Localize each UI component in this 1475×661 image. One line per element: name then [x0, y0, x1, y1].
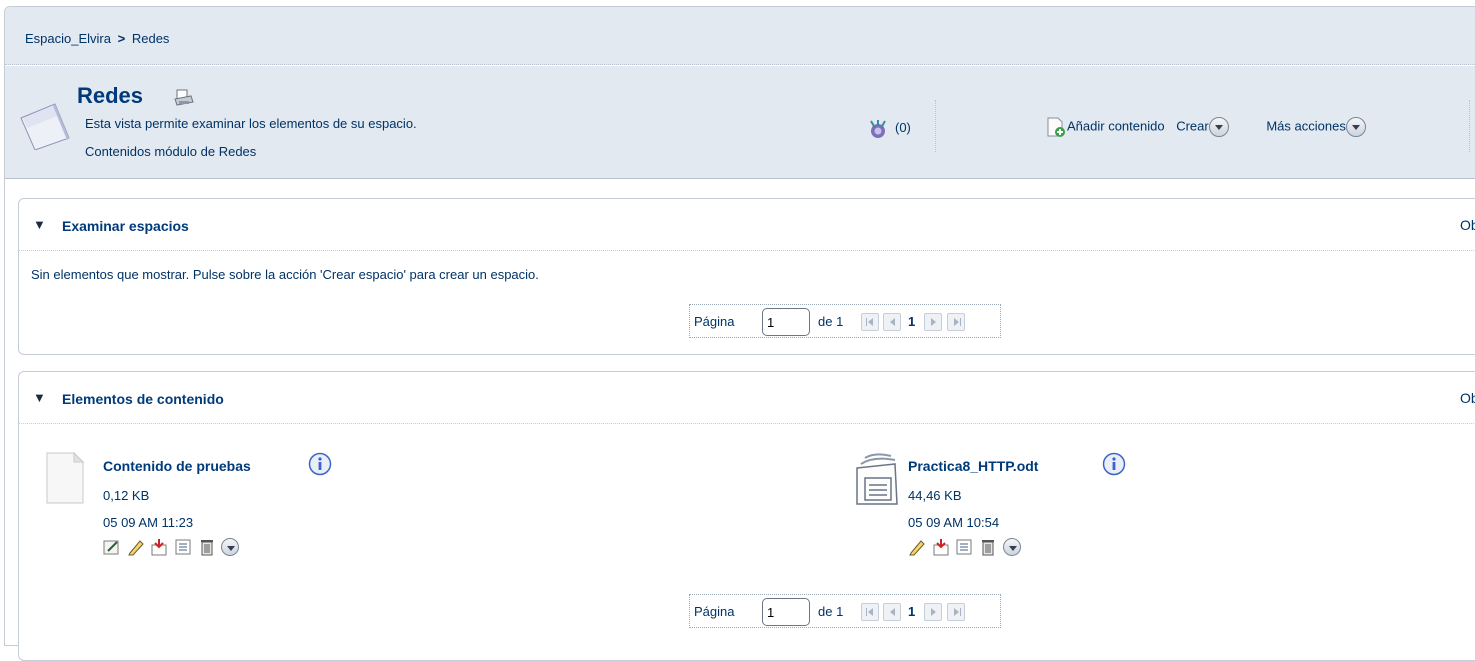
header-actions: Añadir contenido Crear Más acciones — [1045, 116, 1366, 138]
item-name-link[interactable]: Practica8_HTTP.odt — [908, 458, 1038, 474]
spaces-panel-options[interactable]: Ob — [1460, 217, 1475, 233]
users-icon — [870, 120, 886, 138]
breadcrumb-parent-link[interactable]: Espacio_Elvira — [25, 31, 111, 46]
space-icon — [17, 100, 73, 153]
collapse-triangle-icon[interactable]: ▼ — [33, 217, 46, 232]
next-page-icon[interactable] — [924, 313, 942, 331]
item-size: 44,46 KB — [908, 488, 962, 503]
item-size: 0,12 KB — [103, 488, 150, 503]
content-panel-header[interactable]: ▼ Elementos de contenido Ob — [19, 372, 1475, 424]
checkout-icon[interactable] — [932, 538, 950, 556]
edit-inline-icon[interactable] — [103, 538, 121, 556]
print-icon[interactable] — [173, 88, 195, 111]
page-title: Redes — [77, 83, 144, 108]
browse-frame: Espacio_Elvira > Redes Redes Esta vista … — [4, 6, 1475, 661]
content-panel: ▼ Elementos de contenido Ob Contenido de… — [18, 371, 1475, 661]
collapse-triangle-icon[interactable]: ▼ — [33, 390, 46, 405]
empty-message: Sin elementos que mostrar. Pulse sobre l… — [31, 267, 539, 282]
first-page-icon[interactable] — [861, 313, 879, 331]
current-page: 1 — [908, 314, 916, 329]
more-actions-button[interactable]: Más acciones — [1266, 117, 1366, 137]
space-header: Redes Esta vista permite examinar los el… — [5, 66, 1475, 179]
pager-of-label: de 1 — [818, 314, 844, 329]
page-input[interactable] — [762, 598, 810, 626]
previous-page-icon[interactable] — [883, 313, 901, 331]
last-page-icon[interactable] — [947, 603, 965, 621]
item-date: 05 09 AM 11:23 — [103, 515, 194, 530]
pager-of-label: de 1 — [818, 604, 844, 619]
add-content-button[interactable]: Añadir contenido — [1045, 116, 1165, 138]
details-icon[interactable] — [174, 538, 192, 556]
header-description: Esta vista permite examinar los elemento… — [85, 116, 417, 131]
item-actions — [103, 538, 241, 556]
item-actions — [908, 538, 1023, 556]
breadcrumb-bar: Espacio_Elvira > Redes — [5, 7, 1475, 65]
spaces-panel: ▼ Examinar espacios Ob Sin elementos que… — [18, 198, 1475, 355]
more-options-chevron-icon[interactable] — [221, 538, 240, 556]
pencil-icon[interactable] — [908, 538, 926, 556]
info-icon[interactable] — [1102, 452, 1126, 479]
trash-icon[interactable] — [979, 538, 997, 556]
item-name-link[interactable]: Contenido de pruebas — [103, 458, 251, 474]
page-input[interactable] — [762, 308, 810, 336]
last-page-icon[interactable] — [947, 313, 965, 331]
chevron-down-icon — [1345, 117, 1366, 137]
more-actions-label: Más acciones — [1266, 118, 1346, 134]
pager-label: Página — [694, 604, 735, 619]
add-document-icon — [1047, 117, 1065, 137]
content-item: Practica8_HTTP.odt 44,46 KB 05 09 AM 10:… — [851, 446, 1451, 566]
info-icon[interactable] — [308, 452, 332, 479]
create-label: Crear — [1176, 118, 1209, 134]
pager-label: Página — [694, 314, 735, 329]
more-options-chevron-icon[interactable] — [1002, 538, 1021, 556]
rss-count[interactable]: (0) — [867, 118, 911, 143]
blank-document-icon[interactable] — [46, 451, 85, 507]
breadcrumb-current-link[interactable]: Redes — [132, 31, 170, 46]
divider — [1469, 100, 1470, 152]
create-menu-button[interactable]: Crear — [1176, 117, 1229, 137]
item-date: 05 09 AM 10:54 — [908, 515, 1000, 530]
content-item: Contenido de pruebas 0,12 KB 05 09 AM 11… — [46, 446, 746, 566]
add-content-label: Añadir contenido — [1067, 118, 1165, 134]
breadcrumb: Espacio_Elvira > Redes — [25, 31, 169, 46]
pencil-icon[interactable] — [127, 538, 145, 556]
spaces-panel-title: Examinar espacios — [62, 218, 189, 234]
divider — [935, 100, 936, 152]
details-icon[interactable] — [955, 538, 973, 556]
trash-icon[interactable] — [198, 538, 216, 556]
content-pager: Página de 1 1 — [689, 594, 1001, 628]
count-label: (0) — [895, 120, 911, 135]
chevron-down-icon — [1208, 117, 1229, 137]
content-panel-title: Elementos de contenido — [62, 391, 224, 407]
header-subdescription: Contenidos módulo de Redes — [85, 144, 257, 159]
content-panel-options[interactable]: Ob — [1460, 390, 1475, 406]
first-page-icon[interactable] — [861, 603, 879, 621]
breadcrumb-separator: > — [117, 31, 126, 46]
spaces-pager: Página de 1 1 — [689, 304, 1001, 338]
spaces-panel-header[interactable]: ▼ Examinar espacios Ob — [19, 199, 1475, 251]
previous-page-icon[interactable] — [883, 603, 901, 621]
odt-document-icon[interactable] — [851, 450, 903, 509]
checkout-icon[interactable] — [150, 538, 168, 556]
current-page: 1 — [908, 604, 916, 619]
next-page-icon[interactable] — [924, 603, 942, 621]
